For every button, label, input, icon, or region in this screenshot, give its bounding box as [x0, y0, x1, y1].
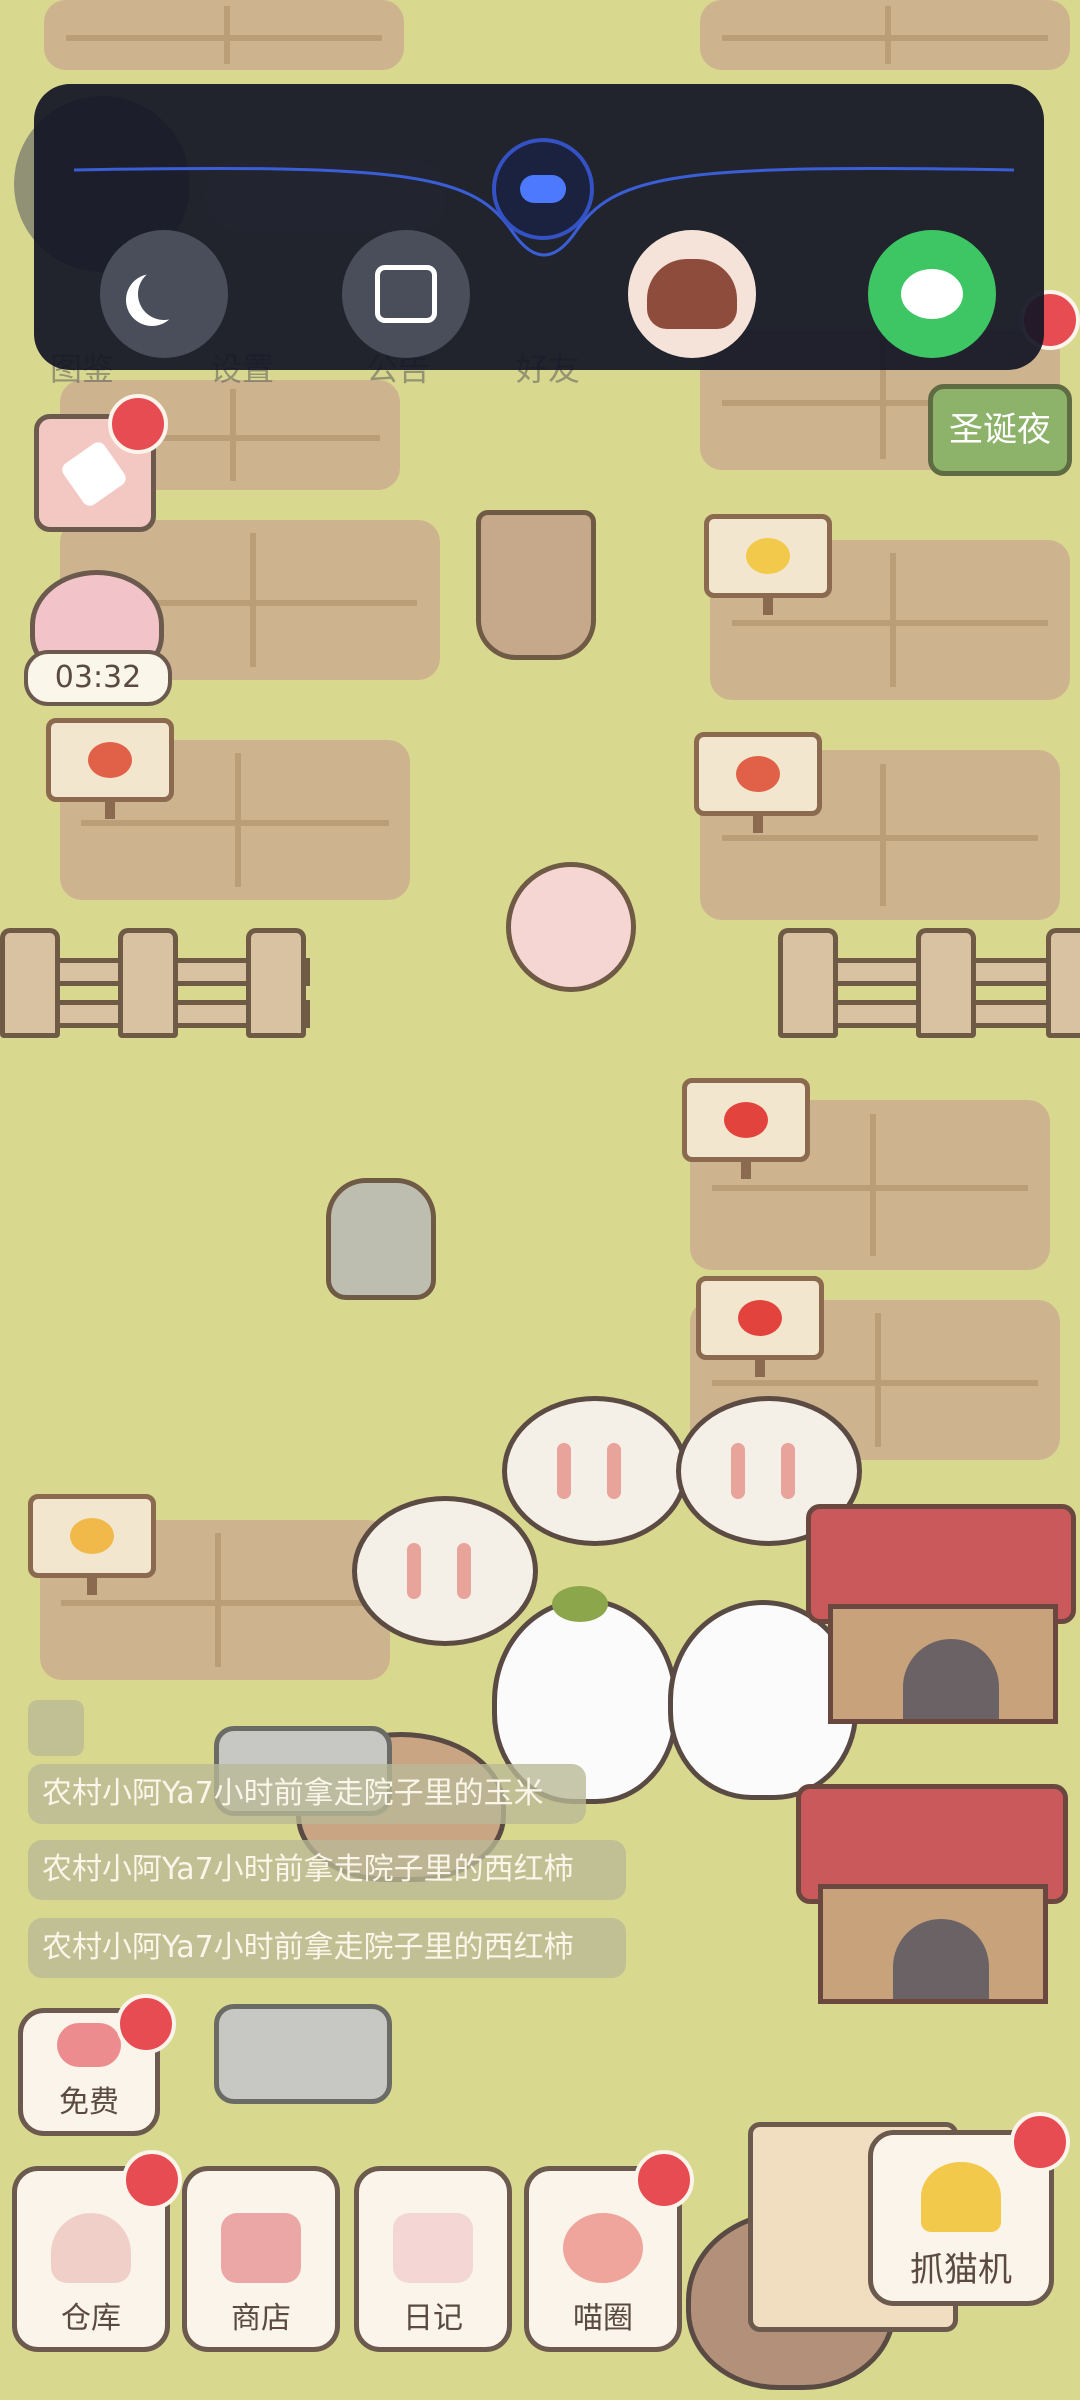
mango-sign[interactable]: [28, 1494, 156, 1595]
cat-house[interactable]: [828, 1604, 1058, 1724]
field-plot[interactable]: [44, 0, 404, 70]
event-label: 圣诞夜: [949, 410, 1051, 450]
field-plot[interactable]: [700, 0, 1070, 70]
claw-machine-label: 抓猫机: [910, 2250, 1012, 2290]
food-request-bubble[interactable]: [352, 1496, 538, 1646]
tomato-sign[interactable]: [46, 718, 174, 819]
cat-house[interactable]: [818, 1884, 1048, 2004]
stone-mortar[interactable]: [326, 1178, 436, 1300]
leaf-hat-icon: [552, 1586, 608, 1622]
strawberry-icon: [724, 1102, 768, 1138]
warehouse-label: 仓库: [61, 2301, 121, 2336]
shop-label: 商店: [231, 2301, 291, 2336]
timer-text: 03:32: [54, 660, 142, 695]
shop-button[interactable]: 商店: [182, 2166, 340, 2352]
avatar[interactable]: [628, 230, 756, 358]
bucket[interactable]: [476, 510, 596, 660]
diary-button[interactable]: 日记: [354, 2166, 512, 2352]
moon-icon[interactable]: [100, 230, 228, 358]
planet-cat-icon: [563, 2213, 643, 2283]
watering-can[interactable]: [506, 862, 636, 992]
gamepad-icon[interactable]: [492, 138, 594, 240]
notebook-icon: [393, 2213, 473, 2283]
timer-pill: 03:32: [24, 650, 172, 706]
meow-circle-label: 喵圈: [573, 2301, 633, 2336]
notification-badge: [634, 2150, 694, 2210]
corn-icon: [746, 538, 790, 574]
notification-badge: [1010, 2112, 1070, 2172]
claw-icon: [921, 2162, 1001, 2232]
notification-item: 农村小阿Ya7小时前拿走院子里的西红柿: [28, 1840, 626, 1900]
shop-icon: [221, 2213, 301, 2283]
pencil-icon: [59, 439, 129, 509]
free-label: 免费: [59, 2085, 119, 2120]
screenshot-icon[interactable]: [342, 230, 470, 358]
bench[interactable]: [214, 2004, 392, 2104]
strawberry-icon: [738, 1300, 782, 1336]
tomato-icon: [88, 742, 132, 778]
chat-toggle-icon[interactable]: [28, 1700, 84, 1756]
diary-label: 日记: [403, 2301, 463, 2336]
mango-icon: [70, 1518, 114, 1554]
notification-item: 农村小阿Ya7小时前拿走院子里的玉米: [28, 1764, 586, 1824]
wechat-icon[interactable]: [868, 230, 996, 358]
christmas-event-button[interactable]: 圣诞夜: [928, 384, 1072, 476]
strawberry-sign[interactable]: [696, 1276, 824, 1377]
corn-sign[interactable]: [704, 514, 832, 615]
tomato-icon: [736, 756, 780, 792]
tomato-sign[interactable]: [694, 732, 822, 833]
strawberry-sign[interactable]: [682, 1078, 810, 1179]
notification-badge: [116, 1994, 176, 2054]
notification-badge: [122, 2150, 182, 2210]
notification-item: 农村小阿Ya7小时前拿走院子里的西红柿: [28, 1918, 626, 1978]
game-assistant-overlay: [34, 84, 1044, 370]
heart-icon: [57, 2023, 121, 2067]
rice-bowl-icon: [51, 2213, 131, 2283]
food-request-bubble[interactable]: [502, 1396, 688, 1546]
notification-badge: [108, 394, 168, 454]
